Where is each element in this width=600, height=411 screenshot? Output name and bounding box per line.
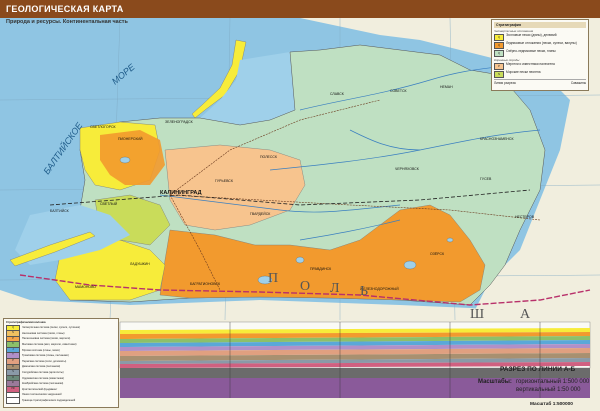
strat-swatch	[6, 397, 20, 404]
strat-text: Неогеновая система (пески, глины)	[22, 331, 65, 335]
scale-horizontal: горизонтальный 1:500 000	[516, 379, 590, 385]
city-baltiysk: БАЛТИЙСК	[50, 209, 70, 213]
legend-swatch: P	[494, 63, 504, 70]
city-guryevsk: ГУРЬЕВСК	[215, 179, 234, 183]
city-pravdinsk: ПРАВДИНСК	[310, 267, 332, 271]
legend-text: Морские пески неогена	[506, 70, 541, 74]
city-gvardeysk: ГВАРДЕЙСК	[250, 212, 271, 216]
legend-text: Озёрно-ледниковые пески, глины	[506, 49, 556, 53]
strat-text: Граница стратиграфических подразделений	[22, 399, 76, 403]
legend-text: Эолловые пески (дюны), делювий	[506, 33, 557, 37]
city-bagrationovsk: БАГРАТИОНОВСК	[190, 282, 221, 286]
legend-text: Мергели и известняки палеогена	[506, 62, 555, 66]
strat-text: Девонская система (песчаники)	[22, 365, 61, 369]
legend-item: Q Ледниковые отложения (пески, супеси, в…	[494, 41, 586, 49]
city-neman: НЕМАН	[440, 85, 453, 89]
legend-panel: Стратиграфия Четвертичные отложения Q Эо…	[491, 19, 589, 91]
city-mamonovo: МАМОНОВО	[75, 285, 96, 289]
city-chernyakhovsk: ЧЕРНЯХОВСК	[395, 167, 420, 171]
map-title: ГЕОЛОГИЧЕСКАЯ КАРТА	[0, 0, 600, 18]
strat-text: Ордовикская система (известняки)	[22, 376, 65, 380]
country-letter-1: П	[268, 271, 280, 286]
country-letter-2: О	[300, 279, 312, 294]
legend-item: P Мергели и известняки палеогена	[494, 62, 586, 70]
strat-text: Силурийская система (аргиллиты)	[22, 371, 64, 375]
city-pionersky: ПИОНЕРСКИЙ	[118, 137, 143, 141]
country-letter-5: Ш	[470, 307, 486, 322]
city-polessk: ПОЛЕССК	[260, 155, 278, 159]
strat-text: Палеогеновая система (пески, мергели)	[22, 337, 71, 341]
strat-text: Триасовая система (глины, песчаники)	[22, 354, 69, 358]
city-sovetsk: СОВЕТСК	[390, 89, 408, 93]
map-scale: Масштаб 1:500000	[530, 402, 573, 407]
strat-text: Кристаллический фундамент	[22, 387, 58, 391]
city-krasnoznamensk: КРАСНОЗНАМЕНСК	[480, 137, 514, 141]
legend-item: Q Озёрно-ледниковые пески, глины	[494, 49, 586, 57]
legend-item: N Морские пески неогена	[494, 70, 586, 78]
strat-text: Кембрийская система (песчаники)	[22, 382, 64, 386]
section-title: РАЗРЕЗ ПО ЛИНИИ А-Б	[500, 366, 576, 373]
city-slavsk: СЛАВСК	[330, 92, 345, 96]
country-letter-4: Ь	[360, 284, 370, 299]
city-ozersk: ОЗЁРСК	[430, 252, 445, 256]
city-svetlogorsk: СВЕТЛОГОРСК	[90, 125, 117, 129]
country-letter-3: Л	[330, 281, 342, 296]
country-letter-6: А	[520, 307, 532, 322]
city-zelenogradsk: ЗЕЛЕНОГРАДСК	[165, 120, 194, 124]
city-kaliningrad: КАЛИНИНГРАД	[160, 190, 202, 196]
section-scales: Масштабы: горизонтальный 1:500 000 вертик…	[478, 378, 589, 394]
strat-text: Юрская система (глины, пески)	[22, 348, 60, 352]
legend-symbol-section-line: Линия разреза	[494, 81, 516, 85]
strat-text: Четвертичная система (пески, супеси, суг…	[22, 326, 81, 330]
legend-item: Q Эолловые пески (дюны), делювий	[494, 33, 586, 41]
legend-heading: Стратиграфия	[494, 22, 586, 28]
city-nesterov: НЕСТЕРОВ	[515, 215, 535, 219]
legend-swatch: Q	[494, 34, 504, 41]
city-svetly: СВЕТЛЫЙ	[100, 202, 118, 206]
stratigraphy-heading: Стратиграфическая колонка	[6, 320, 46, 324]
legend-swatch: N	[494, 71, 504, 78]
strat-text: Линия тектонических нарушений	[22, 393, 62, 397]
city-ladushkin: ЛАДУШКИН	[130, 262, 150, 266]
scale-row-vertical: вертикальный 1:50 000	[478, 386, 589, 394]
map-subtitle: Природа и ресурсы. Континентальная часть	[6, 19, 128, 25]
strat-row: Граница стратиграфических подразделений	[6, 397, 116, 404]
strat-text: Пермская система (соли, доломиты)	[22, 359, 67, 363]
scale-label: Масштабы:	[478, 379, 512, 385]
legend-swatch: Q	[494, 50, 504, 57]
legend-symbols: Линия разреза Скважины	[494, 79, 586, 85]
legend-symbol-wells: Скважины	[570, 81, 586, 85]
scale-row-horizontal: Масштабы: горизонтальный 1:500 000	[478, 378, 589, 386]
strat-text: Меловая система (мел, мергели, известняк…	[22, 343, 77, 347]
legend-text: Ледниковые отложения (пески, супеси, вал…	[506, 41, 577, 45]
city-gusev: ГУСЕВ	[480, 177, 492, 181]
stratigraphy-legend: Стратиграфическая колонка Q Четвертичная …	[3, 318, 119, 408]
scale-vertical: вертикальный 1:50 000	[516, 387, 581, 393]
legend-swatch: Q	[494, 42, 504, 49]
